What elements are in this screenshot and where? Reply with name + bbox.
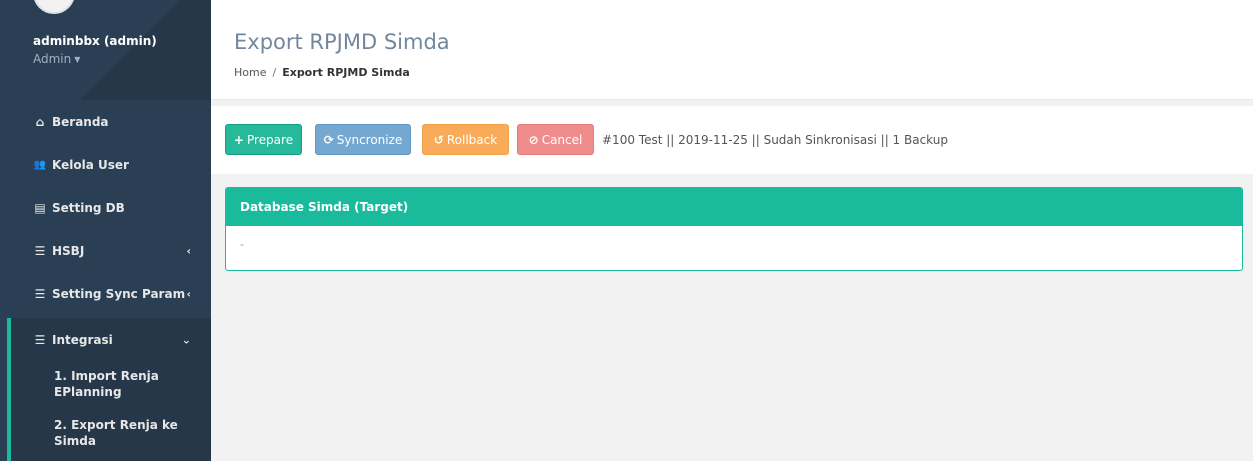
sidebar-item-label: Kelola User — [52, 157, 129, 172]
sidebar-item-setting-sync-param[interactable]: ☰ Setting Sync Param ‹ — [0, 272, 211, 315]
user-name: adminbbx (admin) — [33, 34, 157, 48]
sidebar-item-hsbj[interactable]: ☰ HSBJ ‹ — [0, 229, 211, 272]
page-title: Export RPJMD Simda — [234, 30, 450, 54]
caret-down-icon: ▼ — [74, 55, 81, 64]
list-icon: ☰ — [34, 332, 46, 347]
cancel-button[interactable]: ⊘ Cancel — [517, 124, 594, 155]
action-toolbar: + Prepare ⟳ Syncronize ↺ Rollback ⊘ Cancel #… — [211, 106, 1253, 174]
rollback-button[interactable]: ↺ Rollback — [422, 124, 509, 155]
submenu-item-import-renja[interactable]: 1. Import Renja EPlanning — [54, 368, 194, 400]
sidebar-item-label: Setting Sync Param — [52, 286, 186, 301]
home-icon: ⌂ — [35, 114, 45, 129]
breadcrumb-home-link[interactable]: Home — [234, 66, 266, 79]
avatar[interactable] — [33, 0, 75, 14]
submenu-item-export-renja[interactable]: 2. Export Renja ke Simda — [54, 417, 194, 449]
syncronize-button[interactable]: ⟳ Syncronize — [315, 124, 411, 155]
sync-status-text: #100 Test || 2019-11-25 || Sudah Sinkron… — [602, 133, 948, 147]
sidebar-item-kelola-user[interactable]: 👥 Kelola User — [0, 143, 211, 186]
breadcrumb: Home / Export RPJMD Simda — [234, 66, 410, 79]
user-role-dropdown[interactable]: Admin ▼ — [33, 52, 80, 66]
chevron-left-icon: ‹ — [186, 244, 191, 257]
undo-icon: ↺ — [433, 132, 444, 147]
sidebar-item-beranda[interactable]: ⌂ Beranda — [0, 100, 211, 143]
sidebar-item-label: HSBJ — [52, 243, 85, 258]
cancel-label: Cancel — [541, 132, 583, 147]
page-header: Export RPJMD Simda Home / Export RPJMD Sim… — [211, 0, 1253, 100]
list-icon: ☰ — [34, 286, 46, 301]
users-icon: 👥 — [33, 159, 47, 170]
sidebar-item-integrasi[interactable]: ☰ Integrasi ⌄ — [0, 318, 211, 361]
sidebar-item-label: Setting DB — [52, 200, 125, 215]
breadcrumb-separator: / — [272, 66, 277, 79]
panel-title: Database Simda (Target) — [226, 188, 1242, 226]
user-role-label: Admin — [33, 52, 72, 66]
ban-icon: ⊘ — [528, 132, 539, 147]
sidebar-item-setting-db[interactable]: ▤ Setting DB — [0, 186, 211, 229]
chevron-left-icon: ‹ — [186, 287, 191, 300]
list-icon: ☰ — [34, 243, 46, 258]
target-database-panel: Database Simda (Target) - — [225, 187, 1243, 271]
database-icon: ▤ — [34, 200, 46, 215]
refresh-icon: ⟳ — [323, 132, 334, 147]
plus-icon: + — [233, 132, 244, 147]
sidebar: adminbbx (admin) Admin ▼ ⌂ Beranda 👥 Kelo… — [0, 0, 211, 461]
prepare-label: Prepare — [246, 132, 294, 147]
breadcrumb-current: Export RPJMD Simda — [282, 66, 410, 79]
rollback-label: Rollback — [446, 132, 498, 147]
prepare-button[interactable]: + Prepare — [225, 124, 302, 155]
chevron-down-icon: ⌄ — [181, 333, 191, 346]
syncronize-label: Syncronize — [336, 132, 403, 147]
profile-section: adminbbx (admin) Admin ▼ — [0, 0, 211, 100]
sidebar-item-label: Beranda — [52, 114, 109, 129]
sidebar-item-label: Integrasi — [52, 332, 113, 347]
panel-body: - — [240, 238, 244, 251]
